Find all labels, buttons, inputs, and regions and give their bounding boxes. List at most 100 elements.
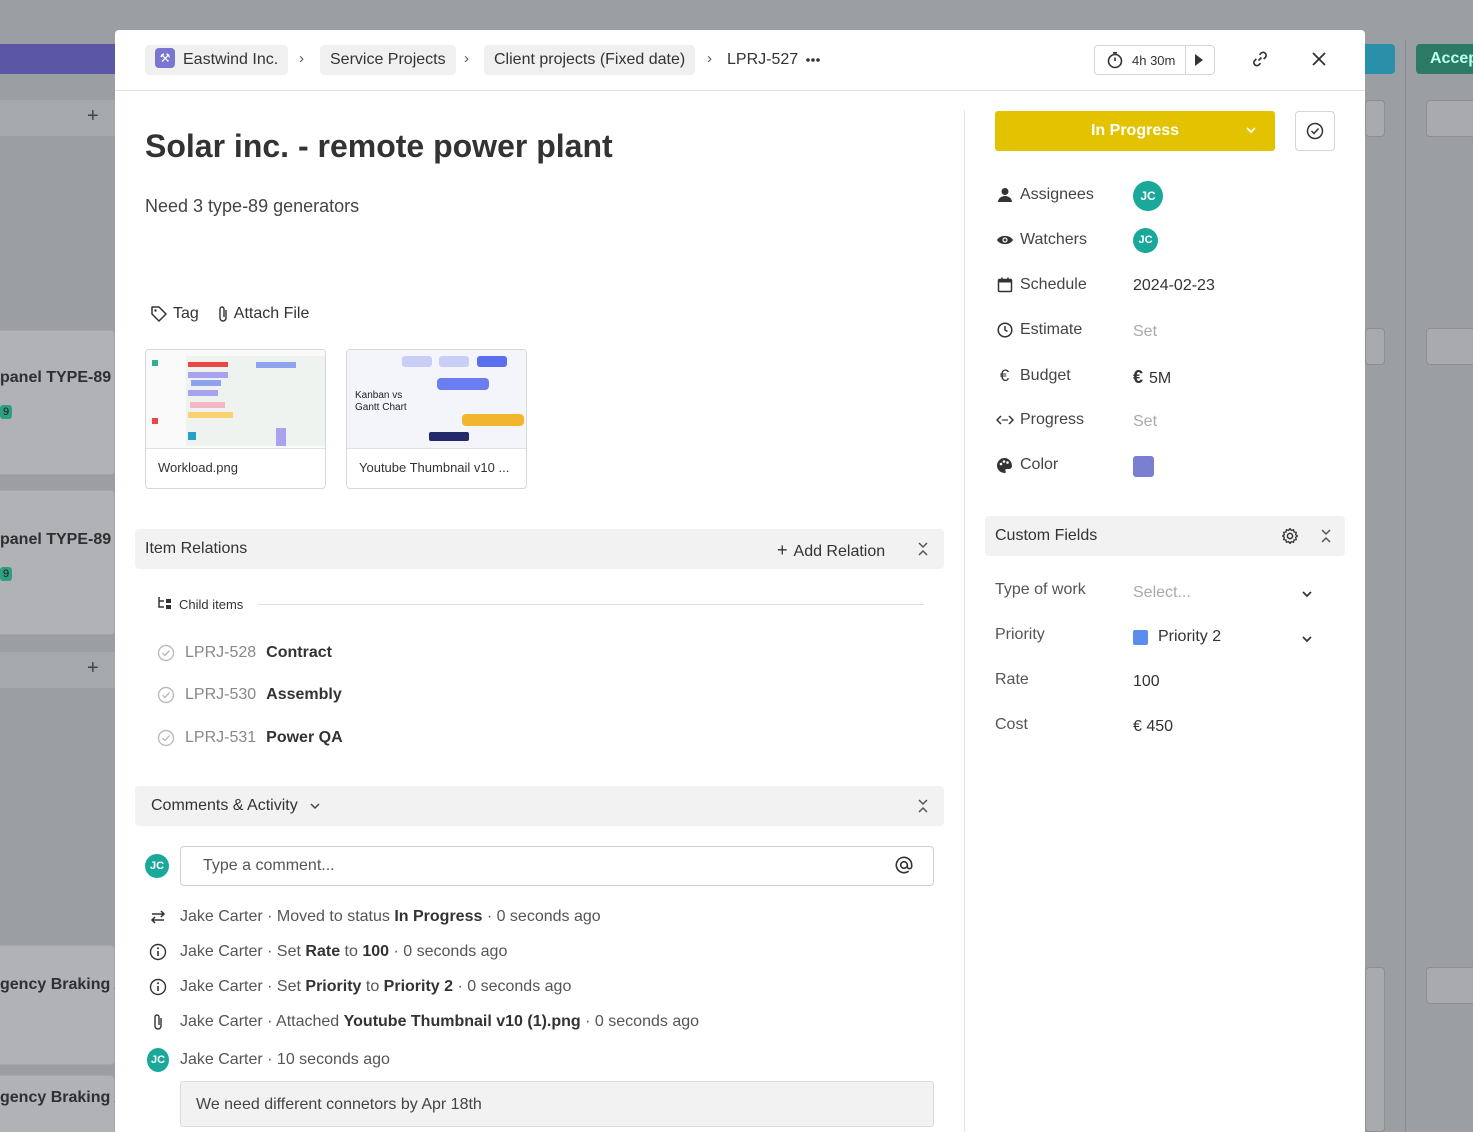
add-relation-button[interactable]: + Add Relation [777, 540, 885, 561]
plus-icon: + [777, 540, 788, 560]
code-icon [995, 414, 1014, 426]
assignee-avatar[interactable]: JC [1133, 181, 1163, 211]
comment-time: · 10 seconds ago [267, 1051, 390, 1068]
bg-card[interactable] [0, 490, 115, 635]
child-item-name: Assembly [266, 686, 342, 703]
more-icon[interactable] [805, 50, 821, 75]
link-icon[interactable] [1251, 50, 1269, 73]
prop-watchers: Watchers [995, 231, 1087, 249]
bg-card-title: panel TYPE-89 pr [0, 369, 132, 386]
progress-value[interactable]: Set [1133, 413, 1157, 431]
chevron-right-icon: › [707, 50, 712, 67]
close-icon[interactable] [1312, 52, 1326, 71]
item-toolbar: Tag Attach File [150, 305, 309, 323]
activity-field: Priority [305, 978, 362, 995]
bg-plus-icon[interactable]: + [87, 657, 99, 680]
person-icon [995, 187, 1014, 203]
bg-card[interactable] [0, 330, 115, 475]
euro-icon: € [999, 366, 1010, 385]
color-swatch[interactable] [1133, 456, 1154, 477]
check-circle-icon[interactable] [157, 644, 175, 662]
mention-icon[interactable] [894, 855, 914, 880]
attach-file-label: Attach File [233, 305, 310, 322]
attachment-thumbnail: Kanban vs Gantt Chart [347, 350, 526, 449]
cost-value[interactable]: € 450 [1133, 718, 1173, 736]
pane-divider [964, 110, 965, 1132]
child-items-heading: Child items [179, 596, 244, 612]
attachment-name: Workload.png [158, 460, 238, 475]
prop-label: Schedule [1020, 276, 1087, 293]
child-items-header: Child items [157, 596, 243, 612]
comments-header: Comments & Activity [135, 786, 944, 826]
child-item-key: LPRJ-530 [185, 686, 257, 703]
mark-complete-button[interactable] [1295, 111, 1335, 151]
status-dropdown[interactable]: In Progress [995, 111, 1275, 151]
bg-card-edge [1365, 328, 1385, 365]
activity-text: · Set [267, 978, 301, 995]
child-item-name: Power QA [266, 729, 343, 746]
activity-text: to [344, 943, 358, 960]
comment-input[interactable] [203, 857, 883, 875]
priority-value: Priority 2 [1158, 628, 1222, 645]
eye-icon [995, 233, 1014, 247]
priority-select[interactable]: Priority 2 [1133, 628, 1221, 646]
comment-user: Jake Carter [180, 1051, 263, 1068]
activity-user: Jake Carter [180, 1013, 263, 1030]
bg-card[interactable] [0, 945, 115, 1065]
schedule-value[interactable]: 2024-02-23 [1133, 277, 1215, 295]
play-icon[interactable] [1194, 53, 1204, 72]
prop-color: Color [995, 456, 1058, 474]
paperclip-icon [219, 306, 227, 322]
breadcrumb-org-label: Eastwind Inc. [183, 51, 279, 68]
child-item-key: LPRJ-531 [185, 729, 257, 746]
breadcrumb-project[interactable]: Service Projects [320, 45, 456, 75]
check-circle-icon[interactable] [157, 729, 175, 747]
rate-value[interactable]: 100 [1133, 673, 1160, 691]
breadcrumb-board[interactable]: Client projects (Fixed date) [484, 45, 696, 75]
attachment-card[interactable]: Kanban vs Gantt Chart Youtube Thumbnail … [346, 349, 527, 489]
comment-body: We need different connetors by Apr 18th [180, 1081, 934, 1127]
attach-file-button[interactable]: Attach File [217, 305, 310, 323]
chevron-down-icon[interactable] [1301, 586, 1313, 604]
watcher-avatar[interactable]: JC [1133, 228, 1158, 253]
attachment-card[interactable]: Workload.png [145, 349, 326, 489]
collapse-icon[interactable] [917, 798, 929, 819]
prop-label: Estimate [1020, 321, 1083, 338]
tag-button[interactable]: Tag [150, 305, 199, 323]
child-item[interactable]: LPRJ-528 Contract [157, 644, 332, 662]
child-item[interactable]: LPRJ-530 Assembly [157, 686, 342, 704]
activity-time: · 0 seconds ago [486, 908, 601, 925]
cost-label: Cost [995, 716, 1028, 733]
child-item[interactable]: LPRJ-531 Power QA [157, 729, 343, 747]
prop-assignees: Assignees [995, 186, 1094, 204]
breadcrumb-org[interactable]: ⚒ Eastwind Inc. [145, 45, 289, 75]
palette-icon [995, 457, 1014, 474]
activity-text: · Attached [267, 1013, 340, 1030]
item-description[interactable]: Need 3 type-89 generators [145, 196, 359, 217]
comment-avatar-wrap: JC [147, 1048, 169, 1072]
status-label: In Progress [1090, 122, 1180, 139]
budget-value[interactable]: €5M [1133, 367, 1171, 388]
type-of-work-select[interactable]: Select... [1133, 584, 1191, 602]
estimate-value[interactable]: Set [1133, 323, 1157, 341]
check-circle-icon[interactable] [157, 686, 175, 704]
collapse-icon[interactable] [1320, 528, 1332, 549]
bg-column-divider [1405, 40, 1406, 1132]
activity-user: Jake Carter [180, 908, 263, 925]
activity-text: to [365, 978, 380, 995]
type-of-work-label: Type of work [995, 581, 1086, 598]
rate-label: Rate [995, 671, 1029, 688]
chevron-down-icon[interactable] [1301, 631, 1313, 649]
time-tracker[interactable]: 4h 30m [1094, 45, 1215, 75]
gear-icon[interactable] [1281, 527, 1299, 550]
activity-user: Jake Carter [180, 978, 263, 995]
priority-label: Priority [995, 626, 1045, 643]
item-title[interactable]: Solar inc. - remote power plant [145, 128, 613, 165]
activity-entry: Jake Carter · Attached Youtube Thumbnail… [147, 1013, 699, 1031]
child-item-name: Contract [266, 644, 332, 661]
collapse-icon[interactable] [917, 541, 929, 562]
bg-plus-icon[interactable]: + [87, 105, 99, 128]
comments-dropdown[interactable]: Comments & Activity [151, 797, 320, 815]
bg-card-edge [1426, 967, 1473, 1004]
bg-accept-column[interactable]: Accep [1416, 44, 1473, 74]
